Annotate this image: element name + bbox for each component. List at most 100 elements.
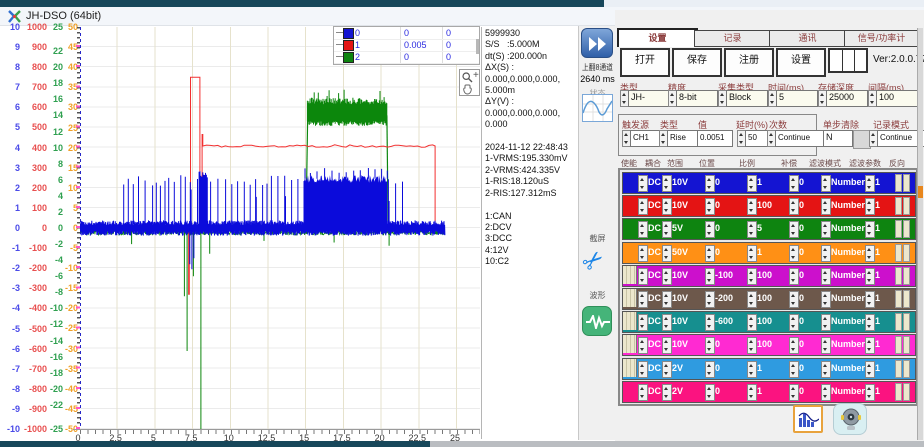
waveform-view-button[interactable] bbox=[582, 306, 612, 336]
position-spinner[interactable] bbox=[705, 221, 715, 238]
coupling-spinner[interactable] bbox=[638, 384, 648, 401]
field-value-3[interactable]: Block bbox=[726, 90, 768, 107]
filter-param-spinner[interactable] bbox=[865, 384, 875, 401]
invert-toggle-b[interactable] bbox=[903, 244, 910, 262]
range-spinner[interactable] bbox=[662, 337, 672, 354]
channel-row[interactable]: DC50V010Number1 bbox=[622, 242, 916, 264]
coupling-spinner[interactable] bbox=[638, 198, 648, 215]
pan-hand-icon[interactable] bbox=[462, 84, 473, 95]
range-spinner[interactable] bbox=[662, 291, 672, 308]
range-spinner[interactable] bbox=[662, 198, 672, 215]
channel-legend-table[interactable]: 00010.0050200 bbox=[333, 26, 480, 65]
invert-toggle-b[interactable] bbox=[903, 360, 910, 378]
field-value-5[interactable]: 25000 bbox=[826, 90, 868, 107]
channel-row[interactable]: DC10V-1001000Number1 bbox=[622, 265, 916, 287]
filter-param-spinner[interactable] bbox=[865, 198, 875, 215]
coupling-spinner[interactable] bbox=[638, 175, 648, 192]
channel-enable-toggle[interactable] bbox=[623, 359, 637, 377]
channel-enable-toggle[interactable] bbox=[623, 219, 636, 237]
field-value-4[interactable]: 5 bbox=[776, 90, 818, 107]
field-value-2[interactable]: 8-bit bbox=[676, 90, 718, 107]
field-value-1[interactable]: JH-4000A bbox=[628, 90, 670, 107]
panel-scrollbar[interactable] bbox=[917, 28, 923, 440]
panel-button-1[interactable]: 打开 bbox=[620, 48, 670, 77]
trigger-value-5[interactable]: Continue bbox=[775, 130, 825, 147]
trigger-value-3[interactable]: 0.0051 bbox=[697, 130, 733, 147]
tab-2[interactable]: 记录 bbox=[694, 30, 771, 47]
panel-button-4[interactable]: 设置 bbox=[776, 48, 826, 77]
histogram-button[interactable] bbox=[793, 405, 823, 433]
comp-spinner[interactable] bbox=[789, 221, 799, 238]
comp-spinner[interactable] bbox=[789, 337, 799, 354]
coupling-spinner[interactable] bbox=[638, 268, 648, 285]
scale-spinner[interactable] bbox=[747, 384, 757, 401]
channel-row[interactable]: DC2V010Number1 bbox=[622, 358, 916, 380]
channel-enable-toggle[interactable] bbox=[623, 266, 637, 284]
channel-enable-toggle[interactable] bbox=[623, 335, 637, 353]
invert-toggle-a[interactable] bbox=[895, 267, 902, 285]
range-spinner[interactable] bbox=[662, 384, 672, 401]
channel-row[interactable]: DC5V050Number1 bbox=[622, 218, 916, 240]
fast-forward-button[interactable] bbox=[581, 28, 613, 58]
range-spinner[interactable] bbox=[662, 245, 672, 262]
range-spinner[interactable] bbox=[662, 314, 672, 331]
shift-channels-label[interactable]: 上翻8通道 bbox=[582, 62, 613, 73]
position-spinner[interactable] bbox=[705, 291, 715, 308]
filter-param-spinner[interactable] bbox=[865, 245, 875, 262]
filter-param-spinner[interactable] bbox=[865, 221, 875, 238]
coupling-spinner[interactable] bbox=[638, 291, 648, 308]
coupling-spinner[interactable] bbox=[638, 245, 648, 262]
scale-spinner[interactable] bbox=[747, 175, 757, 192]
coupling-spinner[interactable] bbox=[638, 337, 648, 354]
filter-param-spinner[interactable] bbox=[865, 268, 875, 285]
filter-mode-spinner[interactable] bbox=[821, 314, 831, 331]
trigger-value-2[interactable]: Rise bbox=[667, 130, 701, 147]
invert-toggle-b[interactable] bbox=[903, 290, 910, 308]
comp-spinner[interactable] bbox=[789, 291, 799, 308]
invert-toggle-a[interactable] bbox=[895, 290, 902, 308]
filter-mode-spinner[interactable] bbox=[821, 384, 831, 401]
invert-toggle-b[interactable] bbox=[903, 336, 910, 354]
filter-mode-spinner[interactable] bbox=[821, 245, 831, 262]
comp-spinner[interactable] bbox=[789, 268, 799, 285]
position-spinner[interactable] bbox=[705, 361, 715, 378]
invert-toggle-b[interactable] bbox=[903, 220, 910, 238]
filter-mode-spinner[interactable] bbox=[821, 361, 831, 378]
scale-spinner[interactable] bbox=[747, 268, 757, 285]
invert-toggle-b[interactable] bbox=[903, 313, 910, 331]
position-spinner[interactable] bbox=[705, 314, 715, 331]
invert-toggle-b[interactable] bbox=[903, 267, 910, 285]
channel-row[interactable]: DC10V01000Number1 bbox=[622, 195, 916, 217]
zoom-plus-icon[interactable]: + bbox=[473, 70, 479, 81]
filter-param-spinner[interactable] bbox=[865, 175, 875, 192]
invert-toggle-a[interactable] bbox=[895, 197, 902, 215]
status-waveform-thumbnail[interactable] bbox=[582, 94, 613, 122]
panel-button-2[interactable]: 保存 bbox=[672, 48, 722, 77]
filter-param-spinner[interactable] bbox=[865, 337, 875, 354]
comp-spinner[interactable] bbox=[789, 175, 799, 192]
coupling-spinner[interactable] bbox=[638, 361, 648, 378]
field-value-6[interactable]: 100 bbox=[876, 90, 918, 107]
scale-spinner[interactable] bbox=[747, 337, 757, 354]
position-spinner[interactable] bbox=[705, 198, 715, 215]
assistant-button[interactable] bbox=[833, 403, 867, 435]
range-spinner[interactable] bbox=[662, 361, 672, 378]
channel-enable-toggle[interactable] bbox=[623, 196, 636, 214]
comp-spinner[interactable] bbox=[789, 198, 799, 215]
comp-spinner[interactable] bbox=[789, 384, 799, 401]
invert-toggle-a[interactable] bbox=[895, 220, 902, 238]
single-clear-value[interactable]: N bbox=[823, 130, 853, 147]
invert-toggle-b[interactable] bbox=[903, 383, 910, 401]
invert-toggle-a[interactable] bbox=[895, 383, 902, 401]
position-spinner[interactable] bbox=[705, 337, 715, 354]
filter-mode-spinner[interactable] bbox=[821, 337, 831, 354]
channel-row[interactable]: DC10V-6001000Number1 bbox=[622, 311, 916, 333]
screenshot-scissors-icon[interactable]: ✂ bbox=[576, 243, 611, 279]
invert-toggle-a[interactable] bbox=[895, 336, 902, 354]
tab-1[interactable]: 设置 bbox=[617, 28, 698, 47]
invert-toggle-a[interactable] bbox=[895, 174, 902, 192]
filter-mode-spinner[interactable] bbox=[821, 291, 831, 308]
coupling-spinner[interactable] bbox=[638, 314, 648, 331]
invert-toggle-a[interactable] bbox=[895, 244, 902, 262]
range-spinner[interactable] bbox=[662, 175, 672, 192]
